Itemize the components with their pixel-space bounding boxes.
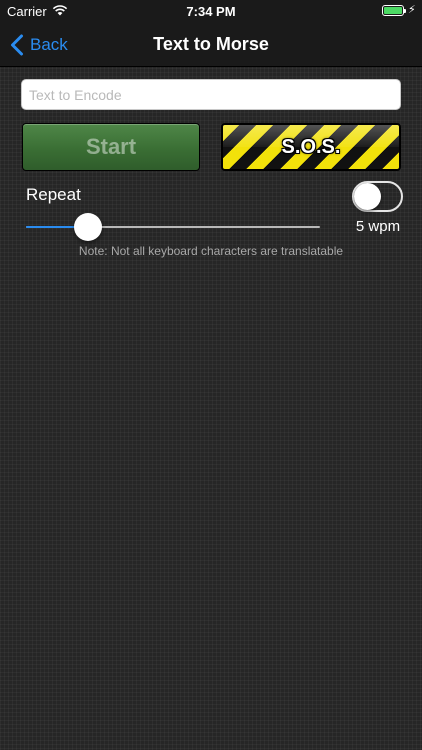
chevron-left-icon (11, 34, 23, 56)
carrier-name: Carrier (7, 4, 47, 19)
battery-level-fill (384, 7, 402, 14)
text-to-encode-input[interactable] (22, 80, 400, 109)
battery-nub (404, 9, 406, 13)
repeat-label: Repeat (26, 185, 81, 204)
text-to-encode-field[interactable] (21, 79, 401, 110)
repeat-toggle-knob (354, 183, 381, 210)
repeat-toggle[interactable] (352, 181, 403, 212)
back-button-label: Back (30, 35, 68, 54)
start-button-label: Start (85, 134, 137, 159)
wifi-icon (52, 5, 68, 16)
sos-button-label: S.O.S. (281, 135, 341, 158)
translation-note: Note: Not all keyboard characters are tr… (78, 244, 344, 258)
back-button[interactable]: Back (10, 32, 68, 58)
wpm-value: 5 wpm (355, 218, 401, 235)
slider-thumb[interactable] (74, 213, 102, 241)
speed-slider[interactable] (26, 212, 320, 242)
status-bar: Carrier 7:34 PM ⚡ (0, 0, 422, 22)
battery-icon (382, 5, 406, 16)
start-button[interactable]: Start (22, 123, 200, 171)
charging-bolt-icon: ⚡ (408, 4, 416, 16)
sos-button[interactable]: S.O.S. (221, 123, 401, 171)
navigation-bar: Back Text to Morse (0, 22, 422, 67)
